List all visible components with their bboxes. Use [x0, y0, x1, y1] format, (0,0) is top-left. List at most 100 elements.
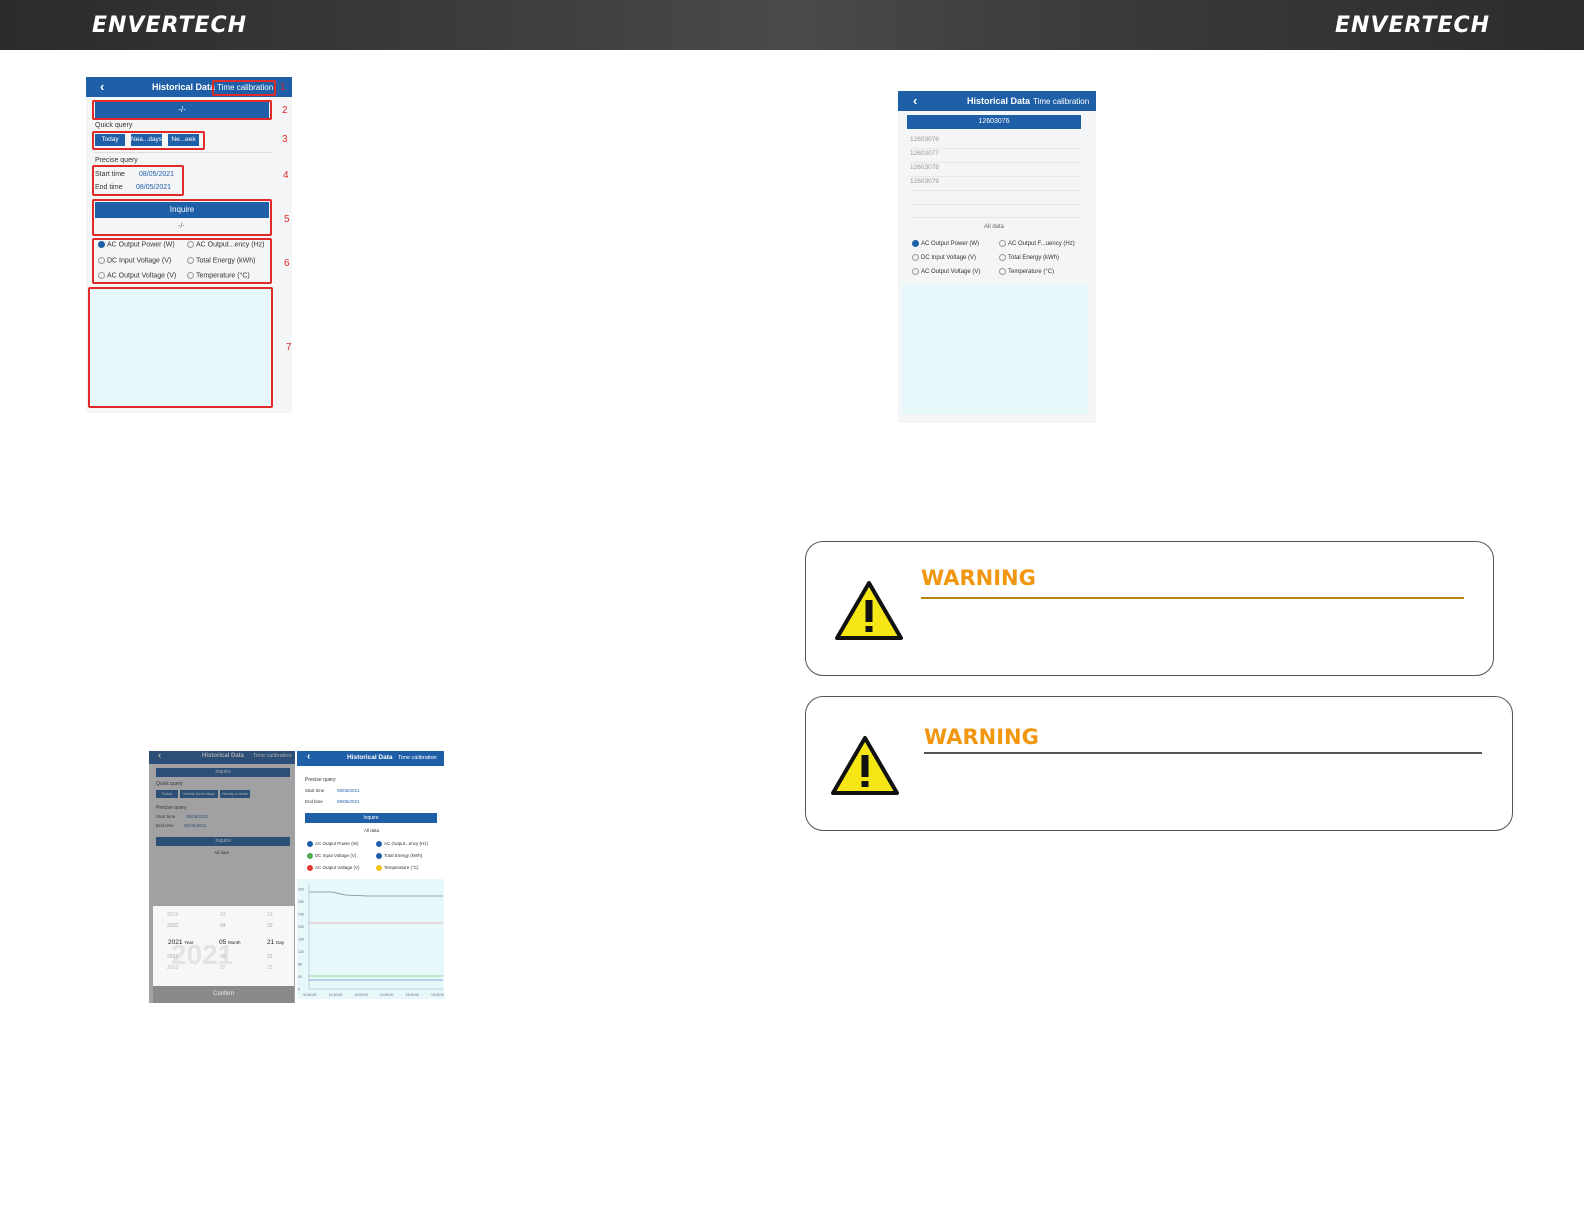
- start-time-label: Start time: [305, 788, 325, 793]
- chart-area: [902, 284, 1088, 414]
- device-list-item[interactable]: 12603077: [910, 150, 1080, 163]
- time-calibration-link[interactable]: Time calibration: [1033, 97, 1089, 106]
- warning-triangle-icon: [835, 581, 903, 640]
- picker-month-below[interactable]: 07: [220, 965, 226, 971]
- callout-box-7: [88, 287, 273, 408]
- checked-icon: [307, 841, 313, 847]
- chart-background: [297, 879, 444, 999]
- y-tick-label: 80: [298, 963, 302, 967]
- unchecked-icon: [999, 254, 1006, 261]
- checked-icon: [376, 853, 382, 859]
- start-time-value[interactable]: 08/05/2021: [337, 788, 360, 793]
- picker-day-above[interactable]: 19: [267, 912, 273, 918]
- callout-box-4: [92, 165, 184, 196]
- callout-number-6: 6: [284, 258, 290, 269]
- device-list-item[interactable]: 12603078: [910, 164, 1080, 177]
- picker-year-above[interactable]: 2019: [167, 912, 178, 918]
- date-picker[interactable]: 2019 2020 2021 2021 Year 2022 2023 03 04…: [153, 906, 294, 1003]
- confirm-button[interactable]: Confirm: [153, 986, 294, 1003]
- option-dc-input-voltage[interactable]: DC Input Voltage (V): [912, 254, 976, 261]
- picker-month-below[interactable]: 06: [220, 954, 226, 960]
- callout-number-4: 4: [283, 170, 289, 181]
- device-list-item[interactable]: 12603076: [910, 136, 1080, 149]
- checked-icon: [307, 865, 313, 871]
- back-icon[interactable]: ‹: [307, 751, 310, 762]
- picker-month-above[interactable]: 04: [220, 923, 226, 929]
- picker-year-below[interactable]: 2023: [167, 965, 178, 971]
- x-tick-label: 13:30:00: [431, 993, 444, 997]
- option-temperature[interactable]: Temperature (°C): [376, 865, 419, 871]
- divider: [95, 152, 273, 153]
- x-tick-label: 11:00:00: [303, 993, 316, 997]
- back-icon[interactable]: ‹: [100, 79, 104, 94]
- option-dc-input-voltage[interactable]: DC Input Voltage (V): [307, 853, 356, 859]
- callout-number-1: 1: [280, 82, 286, 93]
- app-header: ‹ Historical Data Time calibration: [297, 751, 444, 766]
- screenshot-chart-result: ‹ Historical Data Time calibration Preci…: [297, 751, 444, 999]
- checked-icon: [307, 853, 313, 859]
- time-calibration-link[interactable]: Time calibration: [398, 755, 437, 761]
- warning-title: WARNING: [924, 725, 1039, 749]
- precise-query-label: Precise query: [305, 777, 336, 783]
- callout-box-1: [212, 80, 276, 96]
- y-tick-label: 40: [298, 975, 302, 979]
- y-tick-label: 240: [298, 913, 304, 917]
- callout-box-2: [92, 100, 272, 120]
- screen-title: Historical Data: [967, 96, 1031, 106]
- app-header: ‹ Historical Data Time calibration: [898, 91, 1096, 111]
- history-line-chart: 0 40 80 120 160 200 240 280 320 11:00:00 11:30:00…: [297, 879, 444, 999]
- picker-day-below[interactable]: 23: [267, 965, 273, 971]
- screenshot-device-select: ‹ Historical Data Time calibration 12603…: [898, 91, 1096, 423]
- picker-day-above[interactable]: 20: [267, 923, 273, 929]
- option-temperature[interactable]: Temperature (°C): [999, 268, 1054, 275]
- checked-icon: [912, 240, 919, 247]
- picker-day-selected[interactable]: 21 Day: [267, 939, 284, 946]
- selected-device[interactable]: 12603076: [907, 115, 1081, 129]
- picker-year-below[interactable]: 2022: [167, 954, 178, 960]
- all-data-label: All data: [984, 224, 1005, 230]
- option-ac-output-power[interactable]: AC Output Power (W): [912, 240, 979, 247]
- device-list-item[interactable]: 12603079: [910, 178, 1080, 191]
- unchecked-icon: [912, 254, 919, 261]
- y-tick-label: 280: [298, 900, 304, 904]
- option-ac-output-frequency[interactable]: AC Output F...uency (Hz): [999, 240, 1075, 247]
- screen-title: Historical Data: [347, 754, 393, 761]
- end-time-label: End time: [305, 799, 323, 804]
- warning-underline: [924, 752, 1482, 754]
- option-ac-output-voltage[interactable]: AC Output Voltage (V): [912, 268, 980, 275]
- checked-icon: [376, 865, 382, 871]
- warning-box: WARNING: [805, 541, 1494, 676]
- callout-number-2: 2: [282, 105, 288, 116]
- callout-number-7: 7: [286, 342, 292, 353]
- y-tick-label: 320: [298, 888, 304, 892]
- end-time-value[interactable]: 08/05/2021: [337, 799, 360, 804]
- picker-year-above[interactable]: 2020: [167, 923, 178, 929]
- option-total-energy[interactable]: Total Energy (kWh): [376, 853, 422, 859]
- x-tick-label: 11:30:00: [329, 993, 342, 997]
- device-list-item[interactable]: [910, 205, 1080, 218]
- option-total-energy[interactable]: Total Energy (kWh): [999, 254, 1059, 261]
- back-icon[interactable]: ‹: [913, 93, 917, 108]
- device-list-item[interactable]: [910, 192, 1080, 205]
- y-tick-label: 160: [298, 938, 304, 942]
- brand-logo-right: ENVERTECH: [1335, 13, 1491, 38]
- all-data-label: All data: [364, 828, 380, 833]
- picker-day-below[interactable]: 22: [267, 954, 273, 960]
- callout-box-5: [92, 199, 272, 236]
- unchecked-icon: [999, 268, 1006, 275]
- option-ac-output-voltage[interactable]: AC Output Voltage (V): [307, 865, 360, 871]
- picker-year-selected[interactable]: 2021 Year: [168, 939, 193, 946]
- page-header-bar: ENVERTECH ENVERTECH: [0, 0, 1584, 50]
- inquire-button[interactable]: Inquire: [305, 813, 437, 823]
- option-ac-output-frequency[interactable]: AC Output...ency (Hz): [376, 841, 428, 847]
- warning-title: WARNING: [921, 566, 1036, 590]
- callout-box-3: [92, 131, 205, 150]
- quick-query-label: Quick query: [95, 122, 133, 129]
- option-ac-output-power[interactable]: AC Output Power (W): [307, 841, 359, 847]
- y-tick-label: 0: [298, 988, 300, 992]
- warning-underline: [921, 597, 1464, 599]
- picker-month-selected[interactable]: 05 Month: [219, 939, 241, 946]
- checked-icon: [376, 841, 382, 847]
- picker-month-above[interactable]: 03: [220, 912, 226, 918]
- x-tick-label: 12:30:00: [380, 993, 394, 997]
